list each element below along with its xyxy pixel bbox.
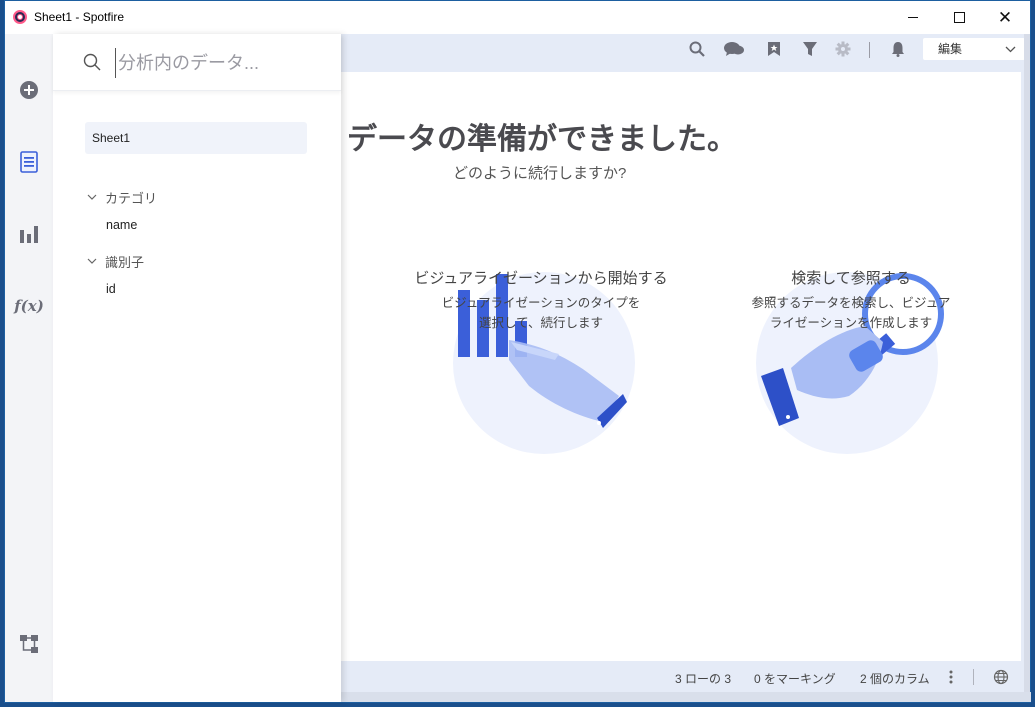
search-icon	[83, 53, 101, 71]
chevron-down-icon	[87, 256, 97, 267]
identifier-group-label: 識別子	[105, 255, 145, 270]
page-title: データの準備ができました。	[347, 123, 737, 156]
status-divider	[973, 669, 974, 685]
mode-dropdown[interactable]: 編集	[923, 38, 1025, 60]
function-icon[interactable]: f(x)	[14, 294, 44, 318]
maximize-icon	[953, 12, 965, 23]
close-button[interactable]: ✕	[982, 1, 1028, 34]
left-rail: f(x)	[5, 34, 54, 702]
spotfire-logo-icon	[13, 10, 27, 24]
title-bar: Sheet1 - Spotfire ✕	[5, 1, 1030, 34]
identifier-group-header[interactable]: 識別子	[87, 252, 144, 271]
chevron-down-icon	[87, 192, 97, 203]
close-icon: ✕	[997, 7, 1013, 27]
search-icon[interactable]	[689, 41, 705, 57]
table-selector[interactable]: Sheet1	[85, 122, 307, 154]
option-title: ビジュアライゼーションから開始する	[414, 270, 668, 287]
data-flow-button[interactable]	[17, 632, 41, 656]
data-icon	[20, 151, 38, 173]
visualization-icon	[20, 226, 38, 243]
add-icon	[20, 81, 38, 99]
page-subtitle: どのように続行しますか?	[453, 165, 627, 182]
data-panel: Sheet1 カテゴリ name 識別子 id	[53, 34, 341, 702]
search-and-browse-option[interactable]: 検索して参照する 参照するデータを検索し、ビジュア ライゼーションを作成します	[721, 267, 981, 333]
option-description-line2: ライゼーションを作成します	[769, 316, 933, 330]
option-title: 検索して参照する	[791, 270, 911, 287]
bookmark-icon[interactable]	[767, 41, 781, 57]
filter-icon[interactable]	[802, 41, 818, 57]
category-group-header[interactable]: カテゴリ	[87, 188, 157, 207]
option-description-line1: 参照するデータを検索し、ビジュア	[751, 296, 951, 310]
more-options-icon[interactable]	[949, 670, 953, 684]
search-input[interactable]	[115, 48, 320, 78]
row-count: 3 ローの 3	[675, 672, 732, 686]
bottom-border	[341, 692, 1031, 702]
settings-icon[interactable]	[835, 41, 851, 57]
add-data-button[interactable]	[17, 78, 41, 102]
column-count: 2 個のカラム	[860, 672, 930, 686]
option-description-line1: ビジュアライゼーションのタイプを	[441, 296, 641, 310]
column-item[interactable]: name	[106, 218, 137, 232]
data-panel-button[interactable]	[17, 150, 41, 174]
app-window: Sheet1 - Spotfire ✕ f(x) 分析内のデータ... Shee…	[4, 0, 1031, 703]
visualization-button[interactable]	[17, 222, 41, 246]
notifications-icon[interactable]	[891, 41, 905, 57]
minimize-icon	[908, 17, 918, 18]
toolbar-divider	[869, 42, 870, 58]
category-group-label: カテゴリ	[105, 191, 158, 206]
start-canvas: データの準備ができました。 どのように続行しますか? ビジュアライゼーションから…	[341, 72, 1021, 661]
column-item[interactable]: id	[106, 282, 116, 296]
search-bar	[53, 34, 341, 91]
comments-icon[interactable]	[723, 41, 745, 57]
status-bar: 3 ローの 3 0 をマーキング 2 個のカラム	[341, 661, 1024, 692]
option-description-line2: 選択して、続行します	[478, 316, 603, 330]
vertical-scrollbar[interactable]	[1024, 34, 1030, 694]
data-flow-icon	[20, 635, 38, 653]
start-with-visualization-option[interactable]: ビジュアライゼーションから開始する ビジュアライゼーションのタイプを 選択して、…	[401, 267, 681, 333]
canvas-frame: データの準備ができました。 どのように続行しますか? ビジュアライゼーションから…	[341, 66, 1024, 661]
chevron-down-icon	[1005, 38, 1016, 61]
language-globe-icon[interactable]	[993, 669, 1009, 685]
maximize-button[interactable]	[936, 1, 982, 34]
top-toolbar: 編集	[341, 34, 1025, 66]
marked-count: 0 をマーキング	[754, 672, 836, 686]
window-title: Sheet1 - Spotfire	[34, 10, 125, 24]
mode-dropdown-value: 編集	[938, 42, 963, 56]
minimize-button[interactable]	[890, 1, 936, 34]
